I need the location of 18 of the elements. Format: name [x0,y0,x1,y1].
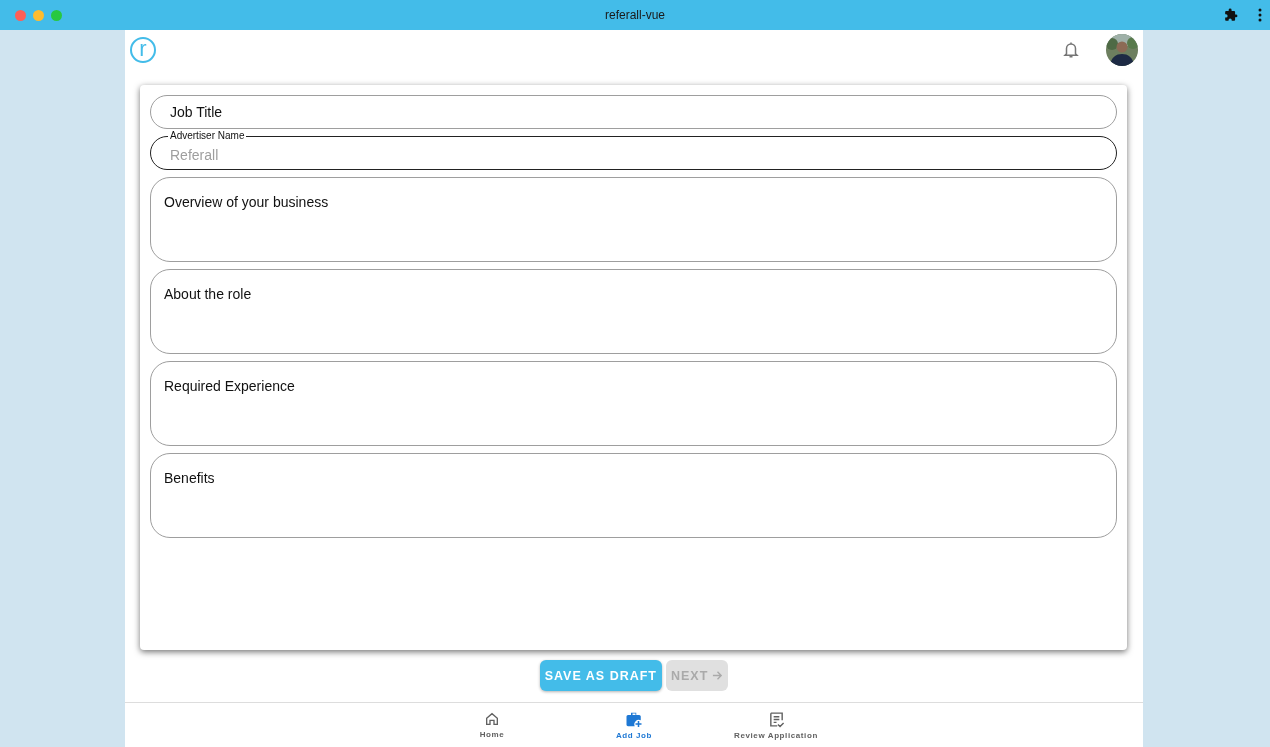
briefcase-plus-icon [625,710,643,728]
text-area[interactable]: Benefits [150,453,1117,538]
home-icon [484,711,500,727]
document-check-icon [767,710,785,728]
more-menu-icon[interactable] [1258,8,1262,22]
input-field[interactable]: Job Title [150,95,1117,129]
notification-bell-icon[interactable] [1062,40,1080,60]
puzzle-piece-icon[interactable] [1224,8,1238,22]
nav-tab[interactable]: Add Job [563,703,705,747]
field-label: Advertiser Name [168,130,247,142]
logo[interactable]: r [130,37,156,63]
text-area[interactable]: Required Experience [150,361,1117,446]
text-area[interactable]: Overview of your business [150,177,1117,262]
text-area[interactable]: About the role [150,269,1117,354]
save-draft-button[interactable]: SAVE AS DRAFT [539,660,662,691]
nav-tab[interactable]: Home [421,703,563,747]
window-title: referall-vue [605,8,665,22]
nav-tab[interactable]: Review Application [705,703,847,747]
